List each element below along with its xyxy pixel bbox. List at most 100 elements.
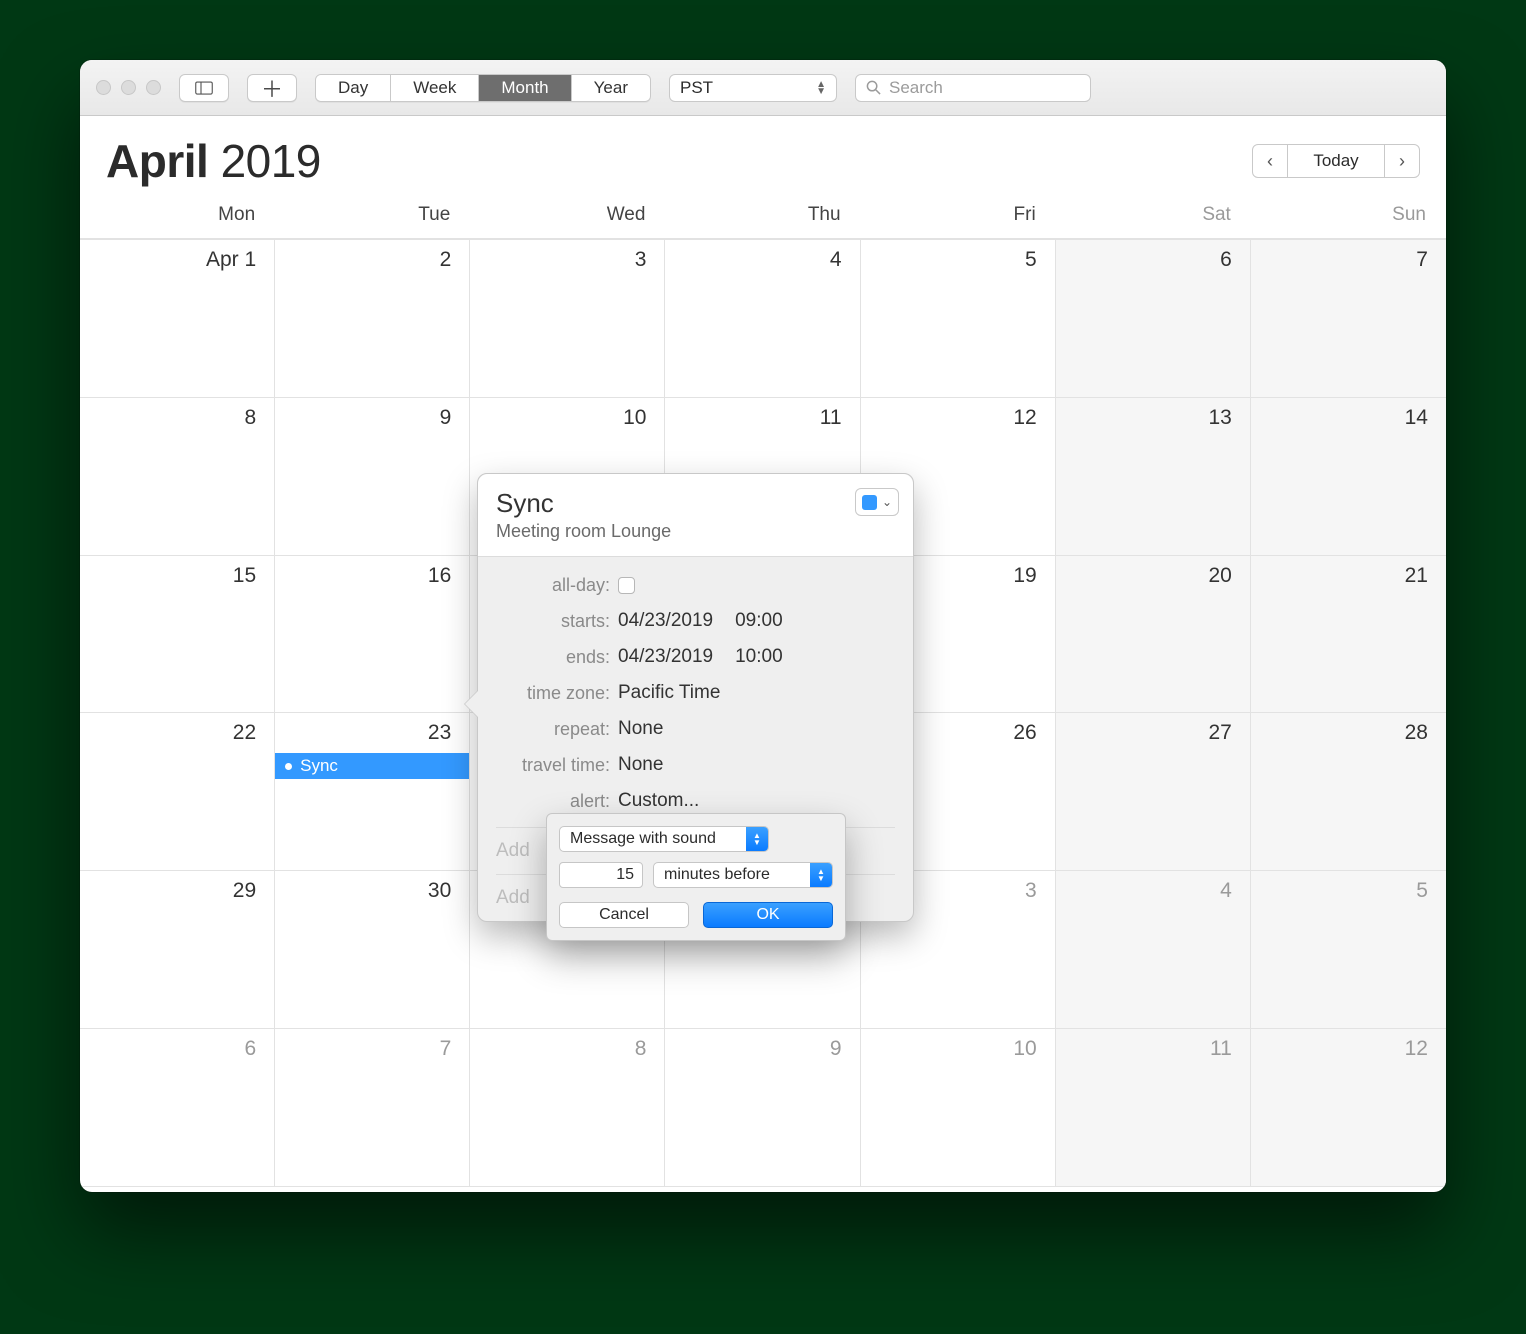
day-number: 12: [1257, 1037, 1428, 1061]
event-location[interactable]: Meeting room Lounge: [496, 521, 895, 542]
day-cell[interactable]: 16: [275, 556, 470, 714]
add-event-button[interactable]: ＋: [247, 74, 297, 102]
day-number: 13: [1062, 406, 1232, 430]
timezone-field[interactable]: Pacific Time: [618, 682, 720, 704]
day-number: 9: [281, 406, 451, 430]
day-cell[interactable]: 22: [80, 713, 275, 871]
window-controls: [96, 80, 161, 95]
end-time-field[interactable]: 10:00: [735, 646, 783, 668]
alert-unit-select[interactable]: minutes before ▲▼: [653, 862, 833, 888]
day-cell[interactable]: 30: [275, 871, 470, 1029]
view-week-button[interactable]: Week: [391, 75, 479, 101]
view-segmented-control: Day Week Month Year: [315, 74, 651, 102]
day-cell[interactable]: 6: [80, 1029, 275, 1187]
alert-field[interactable]: Custom...: [618, 790, 699, 812]
view-day-button[interactable]: Day: [316, 75, 391, 101]
day-number: 22: [86, 721, 256, 745]
day-cell[interactable]: 4: [665, 240, 860, 398]
start-date-field[interactable]: 04/23/2019: [618, 610, 713, 632]
popover-header: Sync Meeting room Lounge ⌄: [478, 474, 913, 557]
all-day-label: all-day:: [496, 575, 618, 596]
view-year-button[interactable]: Year: [572, 75, 650, 101]
day-cell[interactable]: 7: [275, 1029, 470, 1187]
page-title: April 2019: [106, 134, 321, 188]
starts-label: starts:: [496, 611, 618, 632]
search-field[interactable]: Search: [855, 74, 1091, 102]
day-number: 23: [281, 721, 451, 745]
month-nav: ‹ Today ›: [1252, 144, 1420, 178]
day-cell[interactable]: 5: [861, 240, 1056, 398]
weekday-header: Sun: [1251, 194, 1446, 238]
end-date-field[interactable]: 04/23/2019: [618, 646, 713, 668]
alert-amount-input[interactable]: 15: [559, 862, 643, 888]
day-cell[interactable]: Apr 1: [80, 240, 275, 398]
alert-type-value: Message with sound: [570, 830, 716, 848]
zoom-window-button[interactable]: [146, 80, 161, 95]
prev-month-button[interactable]: ‹: [1252, 144, 1288, 178]
timezone-select[interactable]: PST ▲▼: [669, 74, 837, 102]
day-cell[interactable]: 11: [1056, 1029, 1251, 1187]
day-number: 27: [1062, 721, 1232, 745]
travel-time-field[interactable]: None: [618, 754, 663, 776]
custom-alert-dialog: Message with sound ▲▼ 15 minutes before …: [546, 813, 846, 941]
day-cell[interactable]: 2: [275, 240, 470, 398]
day-cell[interactable]: 23 Sync: [275, 713, 470, 871]
ok-button[interactable]: OK: [703, 902, 833, 928]
day-number: Apr 1: [86, 248, 256, 272]
weekday-header: Fri: [861, 194, 1056, 238]
all-day-checkbox[interactable]: [618, 577, 635, 594]
day-cell[interactable]: 29: [80, 871, 275, 1029]
day-number: 6: [86, 1037, 256, 1061]
day-cell[interactable]: 6: [1056, 240, 1251, 398]
view-month-button[interactable]: Month: [479, 75, 571, 101]
day-number: 20: [1062, 564, 1232, 588]
alert-type-select[interactable]: Message with sound ▲▼: [559, 826, 769, 852]
day-cell[interactable]: 3: [470, 240, 665, 398]
start-time-field[interactable]: 09:00: [735, 610, 783, 632]
event-title[interactable]: Sync: [496, 488, 895, 519]
day-cell[interactable]: 20: [1056, 556, 1251, 714]
day-cell[interactable]: 14: [1251, 398, 1446, 556]
toggle-sidebar-button[interactable]: [179, 74, 229, 102]
day-cell[interactable]: 15: [80, 556, 275, 714]
calendar-window: ＋ Day Week Month Year PST ▲▼ Search Apri…: [80, 60, 1446, 1192]
repeat-field[interactable]: None: [618, 718, 663, 740]
day-number: 9: [671, 1037, 841, 1061]
day-cell[interactable]: 21: [1251, 556, 1446, 714]
day-cell[interactable]: 12: [1251, 1029, 1446, 1187]
day-cell[interactable]: 7: [1251, 240, 1446, 398]
day-number: 2: [281, 248, 451, 272]
cancel-button[interactable]: Cancel: [559, 902, 689, 928]
minimize-window-button[interactable]: [121, 80, 136, 95]
day-cell[interactable]: 28: [1251, 713, 1446, 871]
day-cell[interactable]: 9: [665, 1029, 860, 1187]
repeat-label: repeat:: [496, 719, 618, 740]
day-cell[interactable]: 8: [80, 398, 275, 556]
day-number: 7: [281, 1037, 451, 1061]
day-cell[interactable]: 9: [275, 398, 470, 556]
day-cell[interactable]: 27: [1056, 713, 1251, 871]
weekday-header: Thu: [665, 194, 860, 238]
calendar-color-select[interactable]: ⌄: [855, 488, 899, 516]
day-number: 28: [1257, 721, 1428, 745]
event-pill[interactable]: Sync: [275, 753, 469, 779]
popover-body: all-day: starts: 04/23/2019 09:00 ends: …: [478, 557, 913, 827]
day-number: 8: [476, 1037, 646, 1061]
day-number: 4: [671, 248, 841, 272]
search-placeholder: Search: [889, 78, 943, 98]
day-number: 5: [1257, 879, 1428, 903]
day-cell[interactable]: 5: [1251, 871, 1446, 1029]
day-number: 29: [86, 879, 256, 903]
day-cell[interactable]: 4: [1056, 871, 1251, 1029]
day-cell[interactable]: 8: [470, 1029, 665, 1187]
day-number: 7: [1257, 248, 1428, 272]
ends-label: ends:: [496, 647, 618, 668]
close-window-button[interactable]: [96, 80, 111, 95]
day-cell[interactable]: 10: [861, 1029, 1056, 1187]
alert-label: alert:: [496, 791, 618, 812]
alert-unit-value: minutes before: [664, 866, 770, 884]
day-cell[interactable]: 13: [1056, 398, 1251, 556]
next-month-button[interactable]: ›: [1384, 144, 1420, 178]
day-number: 11: [1062, 1037, 1232, 1061]
today-button[interactable]: Today: [1288, 144, 1384, 178]
